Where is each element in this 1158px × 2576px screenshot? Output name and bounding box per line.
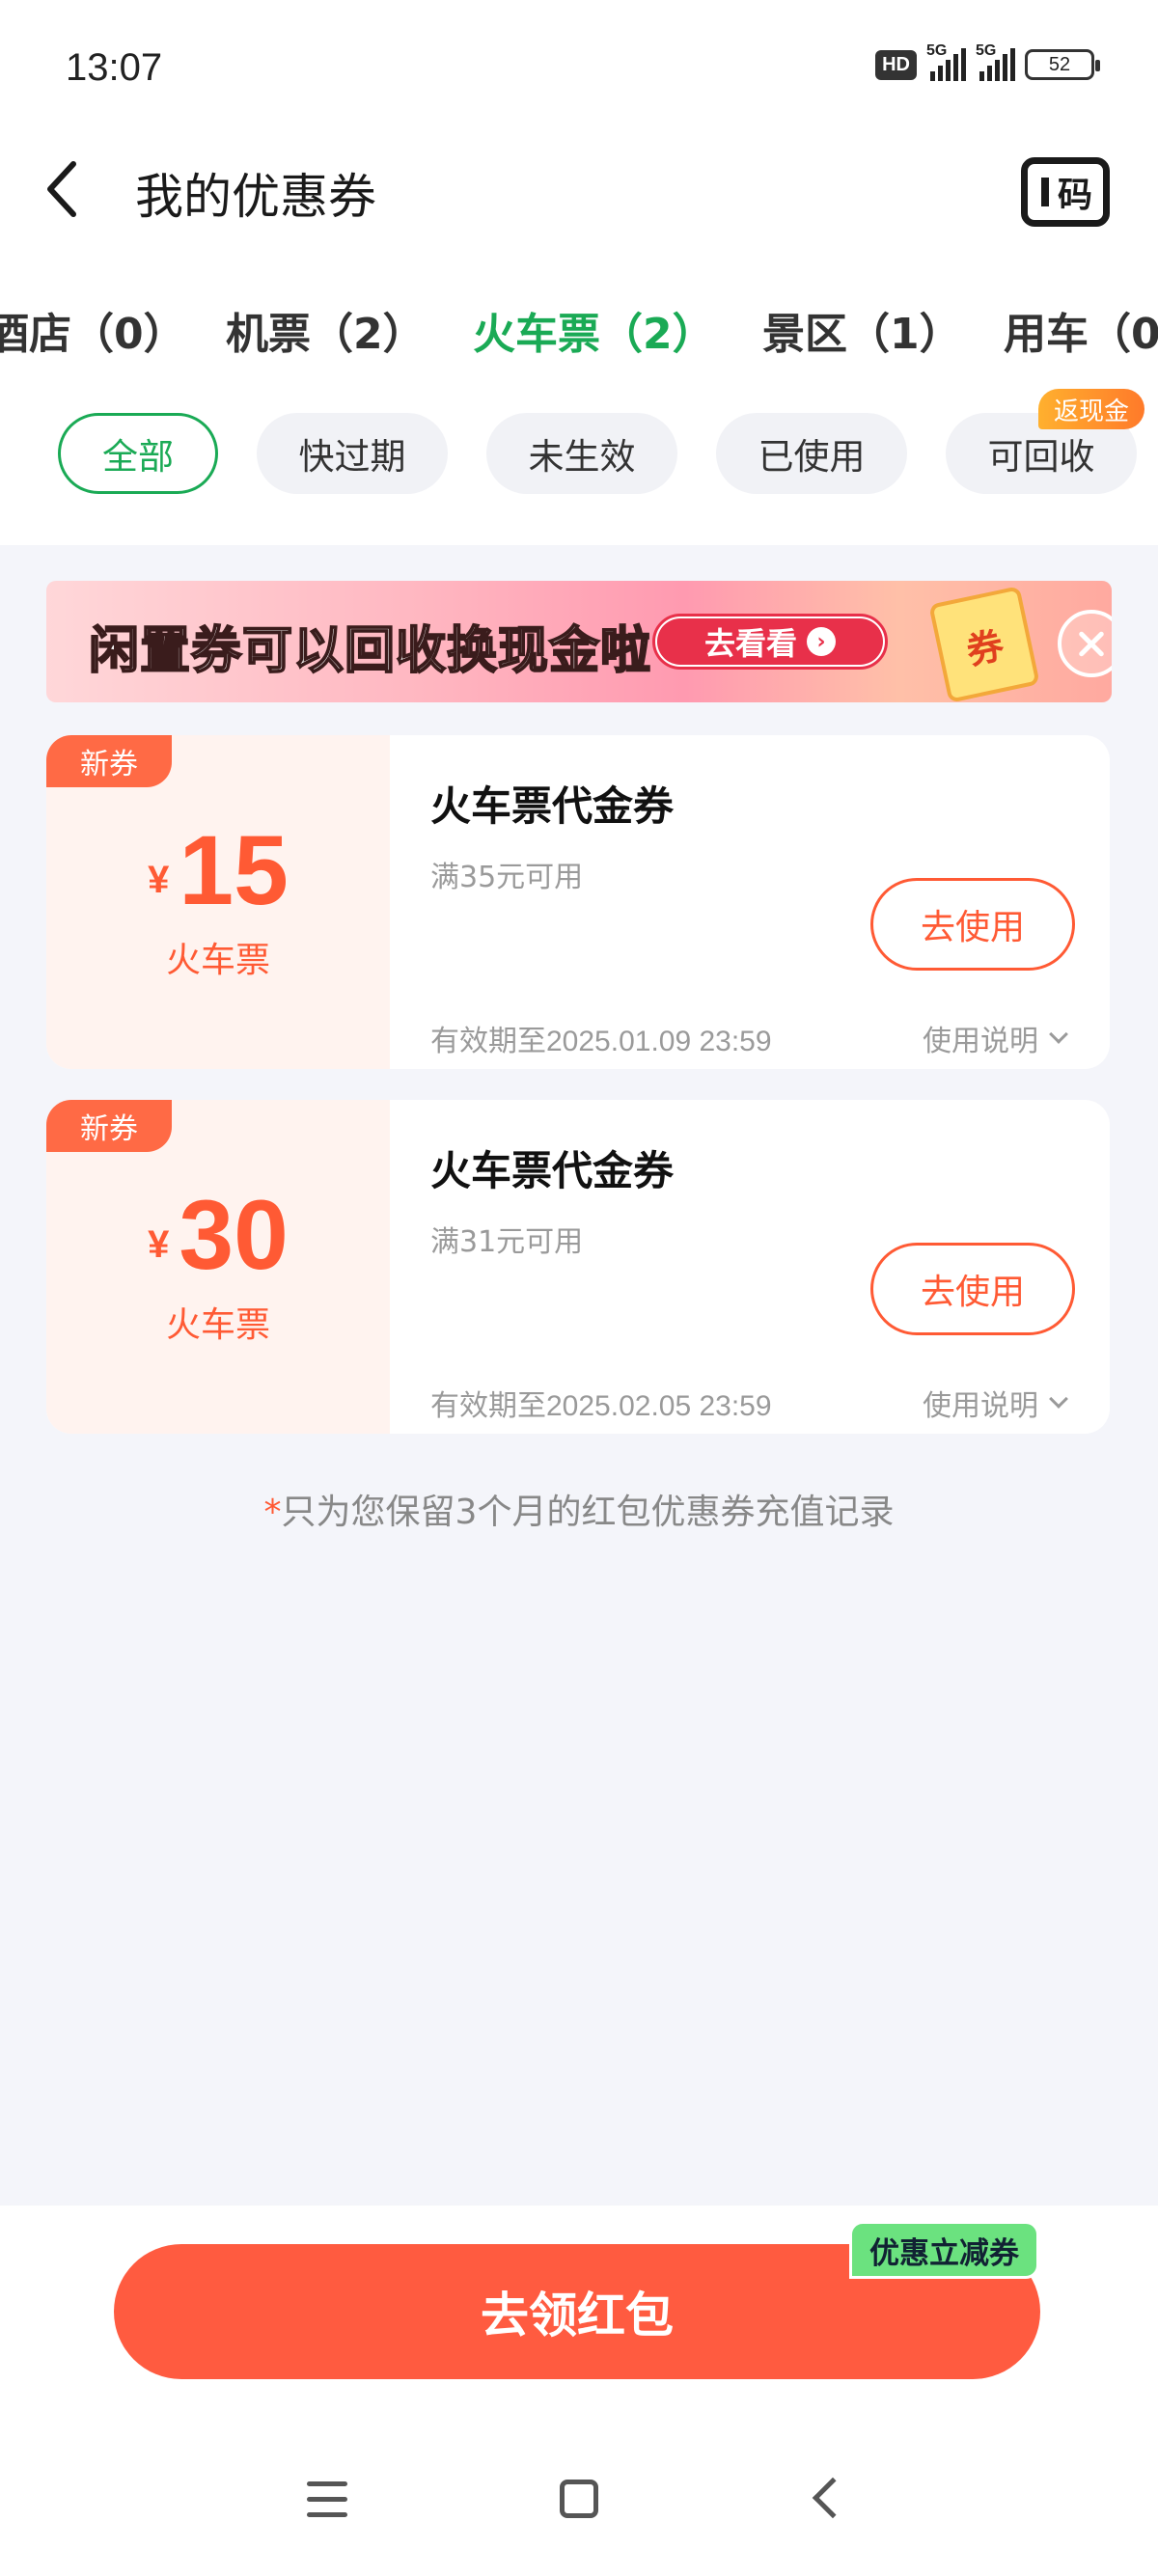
banner-view-button[interactable]: 去看看 › <box>652 614 888 670</box>
coupon-validity: 有效期至2025.02.05 23:59 <box>430 1390 772 1422</box>
signal-icon-2: 5G <box>976 42 1015 81</box>
coupon-type: 火车票 <box>165 1305 270 1345</box>
status-bar: 13:07 HD 5G 5G 52 <box>0 0 1158 125</box>
usage-info-label: 使用说明 <box>923 1389 1038 1423</box>
coupon-amount: ¥15 <box>46 814 390 927</box>
footnote-text: 只为您保留3个月的红包优惠券充值记录 <box>281 1493 895 1532</box>
page-title: 我的优惠券 <box>135 169 376 225</box>
code-label: 码 <box>1057 176 1092 215</box>
currency-symbol: ¥ <box>148 1223 170 1266</box>
home-icon[interactable] <box>560 2480 598 2518</box>
coupon-condition: 满31元可用 <box>430 1225 584 1259</box>
tab-flight[interactable]: 机票（2） <box>226 299 426 361</box>
new-coupon-tag: 新券 <box>46 1100 172 1152</box>
back-icon[interactable] <box>41 154 87 224</box>
amount-value: 15 <box>179 815 289 925</box>
use-coupon-button[interactable]: 去使用 <box>870 1243 1075 1335</box>
usage-info-toggle[interactable]: 使用说明 <box>923 1382 1068 1424</box>
coupon-type: 火车票 <box>165 941 270 980</box>
battery-level: 52 <box>1048 53 1071 75</box>
category-tabs: 酒店（0） 机票（2） 火车票（2） 景区（1） 用车（0） <box>0 289 1158 367</box>
chevron-down-icon <box>1049 1025 1068 1044</box>
currency-symbol: ¥ <box>148 859 170 901</box>
record-retention-note: *只为您保留3个月的红包优惠券充值记录 <box>0 1484 1158 1534</box>
coupon-amount: ¥30 <box>46 1179 390 1292</box>
coupon-card: 新券 ¥30 火车票 火车票代金券 满31元可用 去使用 有效期至2025.02… <box>46 1100 1110 1434</box>
amount-value: 30 <box>179 1180 289 1290</box>
filter-expiring[interactable]: 快过期 <box>257 413 448 494</box>
chevron-down-icon <box>1049 1389 1068 1409</box>
system-nav-bar <box>0 2470 1158 2547</box>
coupon-validity: 有效期至2025.01.09 23:59 <box>430 1026 772 1057</box>
arrow-right-icon: › <box>807 627 836 656</box>
signal-icon: 5G <box>926 42 966 81</box>
close-icon[interactable] <box>1058 610 1112 677</box>
asterisk: * <box>263 1493 282 1532</box>
coupon-value-panel: 新券 ¥30 火车票 <box>46 1100 390 1434</box>
tab-hotel[interactable]: 酒店（0） <box>0 299 186 361</box>
signal-label: 5G <box>926 42 948 59</box>
banner-text: 闲置券可以回收换现金啦 <box>88 621 652 681</box>
filter-used[interactable]: 已使用 <box>716 413 907 494</box>
tab-scenic[interactable]: 景区（1） <box>762 299 962 361</box>
code-bar <box>1041 178 1049 206</box>
ticket-illustration: 券 <box>928 586 1040 702</box>
coupon-card: 新券 ¥15 火车票 火车票代金券 满35元可用 去使用 有效期至2025.01… <box>46 735 1110 1069</box>
new-coupon-tag: 新券 <box>46 735 172 787</box>
discount-badge: 优惠立减券 <box>849 2221 1039 2279</box>
signal-label-2: 5G <box>976 42 997 59</box>
tab-car[interactable]: 用车（0） <box>1004 299 1158 361</box>
coupon-title: 火车票代金券 <box>430 782 675 830</box>
status-time: 13:07 <box>66 46 163 89</box>
coupon-condition: 满35元可用 <box>430 861 584 894</box>
recycle-banner[interactable]: 闲置券可以回收换现金啦 去看看 › 券 <box>46 581 1112 702</box>
menu-icon[interactable] <box>307 2481 347 2518</box>
usage-info-toggle[interactable]: 使用说明 <box>923 1017 1068 1059</box>
tab-train[interactable]: 火车票（2） <box>473 299 715 361</box>
coupon-title: 火车票代金券 <box>430 1147 675 1194</box>
use-coupon-button[interactable]: 去使用 <box>870 878 1075 971</box>
coupon-value-panel: 新券 ¥15 火车票 <box>46 735 390 1069</box>
filter-all[interactable]: 全部 <box>58 413 218 494</box>
nav-back-icon[interactable] <box>812 2477 854 2519</box>
usage-info-label: 使用说明 <box>923 1025 1038 1058</box>
qr-code-icon[interactable]: 码 <box>1021 157 1110 227</box>
filter-not-effective[interactable]: 未生效 <box>486 413 677 494</box>
banner-button-label: 去看看 <box>703 625 797 662</box>
hd-icon: HD <box>875 49 917 80</box>
battery-icon: 52 <box>1025 49 1100 80</box>
cashback-badge: 返现金 <box>1038 389 1145 429</box>
status-icons: HD 5G 5G 52 <box>875 42 1100 81</box>
